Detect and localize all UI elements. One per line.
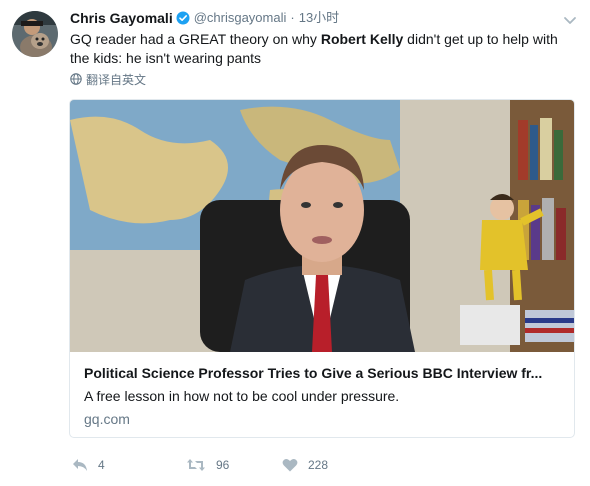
caret-down-icon[interactable] — [563, 13, 577, 24]
tweet: Chris Gayomali @chrisgayomali · 13小时 GQ … — [0, 0, 590, 486]
author-name[interactable]: Chris Gayomali — [70, 9, 173, 27]
translate-label: 翻译自英文 — [86, 72, 147, 87]
like-count: 228 — [308, 458, 329, 472]
author-handle[interactable]: @chrisgayomali — [194, 9, 287, 27]
timestamp[interactable]: 13小时 — [299, 9, 339, 27]
card-title[interactable]: Political Science Professor Tries to Giv… — [84, 364, 564, 382]
link-card[interactable]: Political Science Professor Tries to Giv… — [69, 99, 575, 438]
tweet-text-bold: Robert Kelly — [320, 31, 404, 47]
reply-count: 4 — [98, 458, 105, 472]
retweet-count: 96 — [216, 458, 230, 472]
like-button[interactable]: 228 — [282, 458, 328, 472]
tweet-text-part: GQ reader had a GREAT theory on why — [70, 31, 321, 47]
separator-dot: · — [290, 10, 295, 25]
translate-link[interactable]: 翻译自英文 — [70, 71, 146, 87]
reply-icon — [73, 459, 87, 471]
card-description: A free lesson in how not to be cool unde… — [84, 388, 400, 404]
retweet-icon — [187, 459, 205, 471]
tweet-header: Chris Gayomali @chrisgayomali · 13小时 — [70, 9, 339, 27]
tweet-actions: 4 96 228 — [72, 456, 366, 474]
card-image[interactable] — [70, 100, 574, 352]
globe-icon — [70, 73, 82, 85]
verified-badge-icon — [176, 11, 190, 25]
avatar[interactable] — [12, 11, 58, 57]
card-domain: gq.com — [84, 411, 130, 427]
reply-button[interactable]: 4 — [72, 458, 112, 472]
heart-icon — [282, 459, 298, 472]
tweet-text: GQ reader had a GREAT theory on why Robe… — [70, 30, 570, 68]
retweet-button[interactable]: 96 — [186, 458, 244, 472]
